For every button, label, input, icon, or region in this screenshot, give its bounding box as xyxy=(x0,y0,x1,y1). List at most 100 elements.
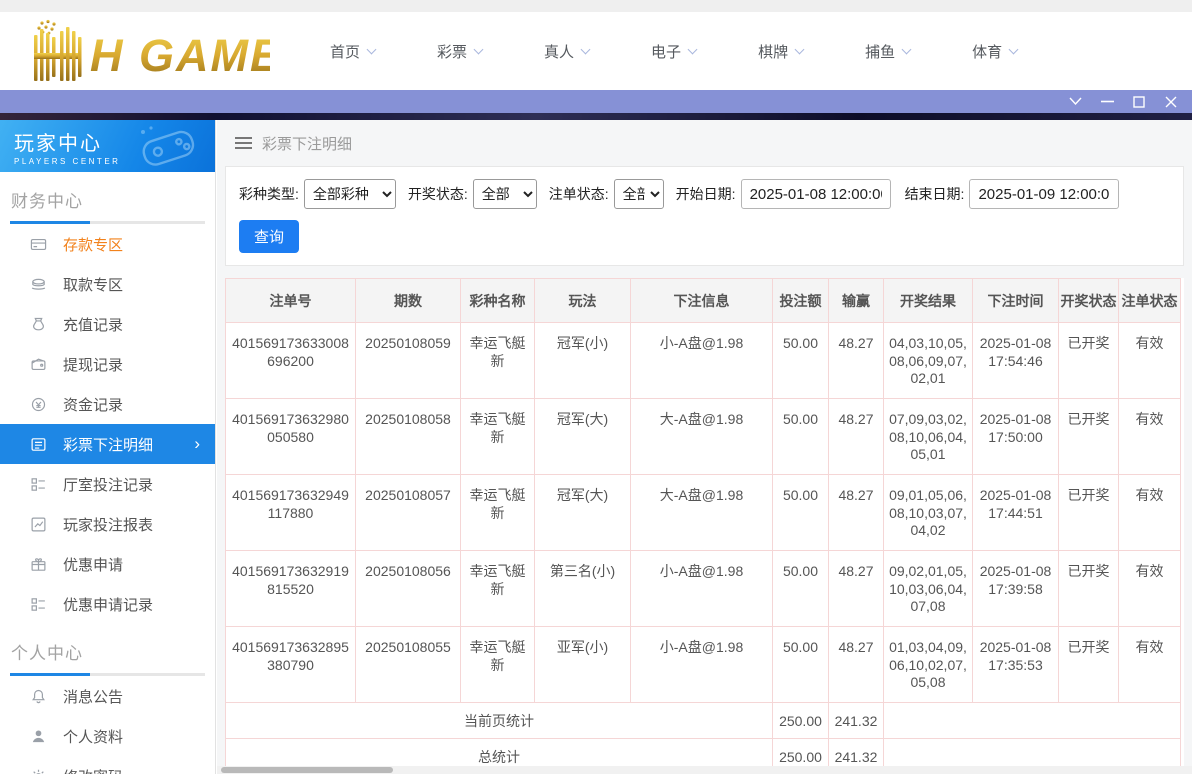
table-cell: 大-A盘@1.98 xyxy=(631,475,773,551)
nav-item-slots[interactable]: 电子 xyxy=(651,41,696,62)
table-cell: 冠军(小) xyxy=(535,323,631,399)
table-cell: 50.00 xyxy=(773,475,829,551)
gamepad-icon xyxy=(133,124,205,170)
nav-item-sports[interactable]: 体育 xyxy=(972,41,1017,62)
table-cell: 幸运飞艇新 xyxy=(461,627,535,703)
table-cell: 幸运飞艇新 xyxy=(461,551,535,627)
sidebar-item-label: 充值记录 xyxy=(63,314,123,335)
table-cell: 2025-01-08 17:50:00 xyxy=(973,399,1059,475)
sidebar-item-deposit[interactable]: 存款专区 xyxy=(0,224,215,264)
table-cell: 有效 xyxy=(1119,323,1181,399)
sidebar-item-promo-apply[interactable]: 优惠申请 xyxy=(0,544,215,584)
user-icon xyxy=(30,728,47,745)
sidebar-item-label: 修改密码 xyxy=(63,766,123,774)
horizontal-scrollbar-thumb[interactable] xyxy=(221,767,393,773)
end-date-input[interactable] xyxy=(969,179,1119,209)
nav-item-live[interactable]: 真人 xyxy=(544,41,589,62)
table-cell: 小-A盘@1.98 xyxy=(631,551,773,627)
table-cell: 已开奖 xyxy=(1059,399,1119,475)
nav-label: 棋牌 xyxy=(758,41,788,62)
table-cell: 小-A盘@1.98 xyxy=(631,323,773,399)
breadcrumb: 彩票下注明细 xyxy=(217,120,1192,166)
table-header-cell: 输赢 xyxy=(829,279,884,323)
minimize-button[interactable] xyxy=(1096,93,1118,111)
lottery-type-select[interactable]: 全部彩种 xyxy=(304,179,396,209)
sidebar-item-label: 存款专区 xyxy=(63,234,123,255)
table-cell: 有效 xyxy=(1119,475,1181,551)
sidebar-item-recharge-record[interactable]: 充值记录 xyxy=(0,304,215,344)
table-header-cell: 期数 xyxy=(356,279,461,323)
room-bet-list-icon xyxy=(30,476,47,493)
sidebar-item-change-password[interactable]: 修改密码 xyxy=(0,756,215,774)
table-cell: 48.27 xyxy=(829,627,884,703)
lottery-type-label: 彩种类型: xyxy=(239,184,299,204)
nav-label: 电子 xyxy=(651,41,681,62)
sidebar-item-label: 厅室投注记录 xyxy=(63,474,153,495)
chevron-down-icon xyxy=(581,44,591,54)
sidebar-item-lottery-bet-detail[interactable]: 彩票下注明细 › xyxy=(0,424,215,464)
window-titlebar xyxy=(0,90,1192,113)
dark-divider xyxy=(0,113,1192,120)
table-cell: 48.27 xyxy=(829,551,884,627)
sidebar-item-funds-record[interactable]: 资金记录 xyxy=(0,384,215,424)
order-status-label: 注单状态: xyxy=(549,184,609,204)
table-row: 40156917363300869620020250108059幸运飞艇新冠军(… xyxy=(226,323,1181,399)
chevron-down-icon xyxy=(367,44,377,54)
horizontal-scrollbar-track[interactable] xyxy=(217,766,1192,774)
table-cell: 有效 xyxy=(1119,551,1181,627)
table-header-cell: 注单号 xyxy=(226,279,356,323)
minimize-icon xyxy=(1101,100,1114,103)
chevron-down-icon xyxy=(1069,97,1082,106)
nav-label: 真人 xyxy=(544,41,574,62)
sidebar-item-announcements[interactable]: 消息公告 xyxy=(0,676,215,716)
table-cell: 48.27 xyxy=(829,323,884,399)
recharge-bag-icon xyxy=(30,316,47,333)
sidebar-item-room-bet-record[interactable]: 厅室投注记录 xyxy=(0,464,215,504)
draw-status-select[interactable]: 全部 xyxy=(473,179,537,209)
table-cell: 04,03,10,05,08,06,09,07,02,01 xyxy=(884,323,973,399)
sidebar-item-label: 资金记录 xyxy=(63,394,123,415)
brand-logo[interactable]: H GAME xyxy=(8,19,270,88)
maximize-button[interactable] xyxy=(1128,93,1150,111)
sidebar-item-promo-record[interactable]: 优惠申请记录 xyxy=(0,584,215,624)
section-title-finance: 财务中心 xyxy=(0,172,215,221)
sidebar: 玩家中心 PLAYERS CENTER 财务中心 存款专区 取款专区 充值记录 … xyxy=(0,120,216,774)
nav-label: 首页 xyxy=(330,41,360,62)
player-center-banner: 玩家中心 PLAYERS CENTER xyxy=(0,120,215,172)
promo-record-icon xyxy=(30,596,47,613)
sidebar-item-profile[interactable]: 个人资料 xyxy=(0,716,215,756)
menu-icon[interactable] xyxy=(235,134,252,152)
search-button[interactable]: 查询 xyxy=(239,220,299,253)
sidebar-item-withdraw[interactable]: 取款专区 xyxy=(0,264,215,304)
nav-item-home[interactable]: 首页 xyxy=(330,41,375,62)
sidebar-item-label: 提现记录 xyxy=(63,354,123,375)
table-header-cell: 开奖结果 xyxy=(884,279,973,323)
sidebar-item-label: 个人资料 xyxy=(63,726,123,747)
collapse-chevron-button[interactable] xyxy=(1064,93,1086,111)
chevron-down-icon xyxy=(688,44,698,54)
start-date-input[interactable] xyxy=(741,179,891,209)
table-cell: 50.00 xyxy=(773,551,829,627)
table-cell: 冠军(大) xyxy=(535,475,631,551)
sidebar-item-label: 消息公告 xyxy=(63,686,123,707)
table-cell: 亚军(小) xyxy=(535,627,631,703)
table-cell: 有效 xyxy=(1119,399,1181,475)
sidebar-item-bet-report[interactable]: 玩家投注报表 xyxy=(0,504,215,544)
table-cell: 50.00 xyxy=(773,399,829,475)
order-status-select[interactable]: 全部 xyxy=(614,179,664,209)
table-cell: 20250108057 xyxy=(356,475,461,551)
gear-icon xyxy=(30,768,47,774)
summary-row: 当前页统计250.00241.32 xyxy=(226,703,1181,739)
funds-coin-icon xyxy=(30,396,47,413)
table-cell: 20250108058 xyxy=(356,399,461,475)
nav-label: 捕鱼 xyxy=(865,41,895,62)
nav-item-cards[interactable]: 棋牌 xyxy=(758,41,803,62)
table-cell: 50.00 xyxy=(773,323,829,399)
close-button[interactable] xyxy=(1160,93,1182,111)
table-body: 40156917363300869620020250108059幸运飞艇新冠军(… xyxy=(226,323,1181,774)
table-row: 40156917363294911788020250108057幸运飞艇新冠军(… xyxy=(226,475,1181,551)
sidebar-item-withdraw-record[interactable]: 提现记录 xyxy=(0,344,215,384)
page-title: 彩票下注明细 xyxy=(262,133,352,154)
nav-item-fishing[interactable]: 捕鱼 xyxy=(865,41,910,62)
nav-item-lottery[interactable]: 彩票 xyxy=(437,41,482,62)
